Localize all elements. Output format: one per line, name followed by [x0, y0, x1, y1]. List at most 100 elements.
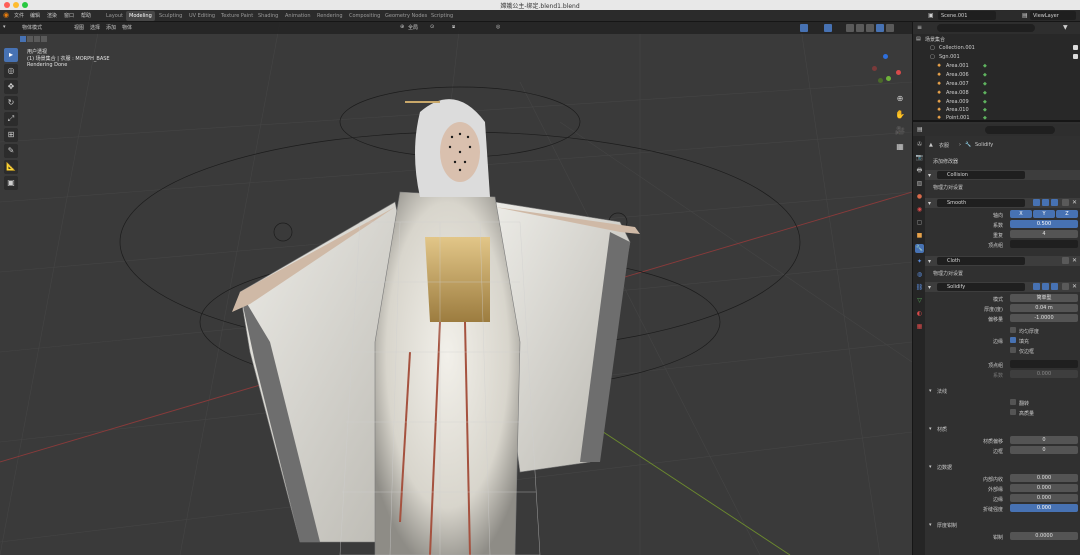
bevel-weight-field[interactable]: 0.000 [1010, 504, 1078, 512]
smooth-vgroup-field[interactable] [1010, 240, 1078, 248]
3d-viewport[interactable]: ▾ 物体模式 视图 选择 添加 物体 ⊕ 全局 ⊙ ⧈ ◎ 用户透视 (1) 场… [0, 22, 912, 555]
modifier-menu-button[interactable] [1062, 283, 1069, 290]
outliner-filter-icon[interactable]: ▼ [1063, 24, 1068, 31]
shading-wireframe-button[interactable] [856, 24, 864, 32]
axis-z-toggle[interactable]: Z [1056, 210, 1078, 218]
physics-tab-icon[interactable]: ◍ [915, 270, 924, 279]
proportional-edit-icon[interactable]: ◎ [496, 24, 500, 30]
show-gizmo-button[interactable] [800, 24, 808, 32]
rim-material-field[interactable]: 0 [1010, 446, 1078, 454]
shading-material-button[interactable] [876, 24, 884, 32]
outliner-item-area-006[interactable]: ✹ Area.006 ◆ [913, 71, 1080, 79]
viewport-toggle[interactable] [1042, 283, 1049, 290]
modifier-menu-button[interactable] [1062, 257, 1069, 264]
outliner-item-sgn-001[interactable]: ▢ Sgn.001 [913, 53, 1080, 61]
materials-subpanel-header[interactable]: ▾ 材质 [925, 424, 1080, 433]
smooth-repeat-field[interactable]: 4 [1010, 230, 1078, 238]
even-thickness-checkbox[interactable] [1010, 327, 1016, 333]
cursor-tool[interactable]: ◎ [4, 64, 18, 78]
exclude-checkbox[interactable] [1073, 45, 1078, 50]
menu-help[interactable]: 帮助 [81, 12, 91, 19]
menu-render[interactable]: 渲染 [47, 12, 57, 19]
smooth-factor-slider[interactable]: 0.500 [1010, 220, 1078, 228]
pan-hand-icon[interactable]: ✋ [893, 108, 907, 122]
rim-fill-checkbox[interactable] [1010, 337, 1016, 343]
tab-sculpting[interactable]: Sculpting [156, 11, 185, 21]
tool-tab-icon[interactable]: ✇ [915, 140, 924, 149]
solidify-modifier-header[interactable]: ▾ Solidify ✕ [925, 282, 1080, 292]
outliner-item-point-001[interactable]: ✹ Point.001 ◆ [913, 114, 1080, 122]
outliner-item-area-010[interactable]: ✹ Area.010 ◆ [913, 106, 1080, 114]
editor-type-icon[interactable]: ▾ [3, 24, 6, 30]
gizmo-z-axis[interactable] [883, 54, 888, 59]
tab-modeling[interactable]: Modeling [126, 11, 155, 21]
cloth-modifier-header[interactable]: ▾ Cloth ✕ [925, 256, 1080, 266]
thickness-clamp-subpanel-header[interactable]: ▾ 厚度钳制 [925, 520, 1080, 529]
rim-only-checkbox[interactable] [1010, 347, 1016, 353]
exclude-checkbox[interactable] [1073, 54, 1078, 59]
shading-solid-button[interactable] [866, 24, 874, 32]
menu-object[interactable]: 物体 [122, 24, 132, 31]
tab-shading[interactable]: Shading [255, 11, 281, 21]
world-tab-icon[interactable]: ◉ [915, 205, 924, 214]
add-modifier-button[interactable]: 添加修改器 [925, 156, 1080, 165]
solidify-factor-field[interactable]: 0.000 [1010, 370, 1078, 378]
solidify-mode-dropdown[interactable]: 简单型 [1010, 294, 1078, 302]
navigation-gizmo[interactable] [868, 52, 904, 88]
gizmo-neg-y-axis[interactable] [878, 78, 883, 83]
menu-edit[interactable]: 编辑 [30, 12, 40, 19]
scene-tab-icon[interactable]: ● [915, 192, 924, 201]
menu-add[interactable]: 添加 [106, 24, 116, 31]
outliner-item-area-007[interactable]: ✹ Area.007 ◆ [913, 80, 1080, 88]
select-mode-subtract-button[interactable] [34, 36, 40, 42]
properties-search-field[interactable] [985, 126, 1055, 134]
collapse-chevron-icon[interactable]: ▾ [928, 200, 931, 207]
blender-logo-icon[interactable]: ◉ [3, 11, 9, 19]
smooth-modifier-header[interactable]: ▾ Smooth ✕ [925, 198, 1080, 208]
normals-subpanel-header[interactable]: ▾ 法线 [925, 386, 1080, 395]
flip-normals-checkbox[interactable] [1010, 399, 1016, 405]
outliner-item-area-009[interactable]: ✹ Area.009 ◆ [913, 98, 1080, 106]
shading-rendered-button[interactable] [886, 24, 894, 32]
render-toggle[interactable] [1051, 283, 1058, 290]
texture-tab-icon[interactable]: ▦ [915, 322, 924, 331]
delete-modifier-icon[interactable]: ✕ [1072, 257, 1077, 264]
tab-animation[interactable]: Animation [282, 11, 314, 21]
add-cube-tool[interactable]: ▣ [4, 176, 18, 190]
axis-y-toggle[interactable]: Y [1033, 210, 1055, 218]
clamp-field[interactable]: 0.0000 [1010, 532, 1078, 540]
tab-texture-paint[interactable]: Texture Paint [218, 11, 256, 21]
collection-tab-icon[interactable]: ▢ [915, 218, 924, 227]
xray-button[interactable] [846, 24, 854, 32]
data-tab-icon[interactable]: ▽ [915, 296, 924, 305]
menu-file[interactable]: 文件 [14, 12, 24, 19]
select-box-tool[interactable]: ▸ [4, 48, 18, 62]
outliner-display-mode-icon[interactable]: ≡ [917, 24, 922, 31]
gizmo-y-axis[interactable] [886, 76, 891, 81]
ortho-toggle-icon[interactable]: ▦ [893, 140, 907, 154]
view-layer-icon[interactable]: ▤ [1022, 12, 1028, 19]
properties-type-icon[interactable]: ▤ [917, 126, 923, 133]
solidify-offset-slider[interactable]: -1.0000 [1010, 314, 1078, 322]
edit-mode-toggle[interactable] [1033, 283, 1040, 290]
constraints-tab-icon[interactable]: ⛓ [915, 283, 924, 292]
outliner-item-area-008[interactable]: ✹ Area.008 ◆ [913, 89, 1080, 97]
transform-orientation-icon[interactable]: ⊕ [400, 24, 404, 30]
modifier-menu-button[interactable] [1062, 199, 1069, 206]
inner-crease-field[interactable]: 0.000 [1010, 474, 1078, 482]
render-tab-icon[interactable]: 📷 [915, 153, 924, 162]
outliner-search-field[interactable] [937, 24, 1035, 32]
modifier-tab-icon[interactable]: 🔧 [915, 244, 924, 253]
edge-data-subpanel-header[interactable]: ▾ 边数据 [925, 462, 1080, 471]
collision-name-field[interactable]: Collision [937, 171, 1025, 179]
gizmo-x-axis[interactable] [896, 70, 901, 75]
outliner-item-area-001[interactable]: ✹ Area.001 ◆ [913, 62, 1080, 70]
rim-crease-field[interactable]: 0.000 [1010, 494, 1078, 502]
solidify-name-field[interactable]: Solidify [937, 283, 1025, 291]
delete-modifier-icon[interactable]: ✕ [1072, 199, 1077, 206]
zoom-icon[interactable]: ⊕ [893, 92, 907, 106]
annotate-tool[interactable]: ✎ [4, 144, 18, 158]
collapse-chevron-icon[interactable]: ▾ [928, 258, 931, 265]
outer-crease-field[interactable]: 0.000 [1010, 484, 1078, 492]
select-mode-invert-button[interactable] [41, 36, 47, 42]
